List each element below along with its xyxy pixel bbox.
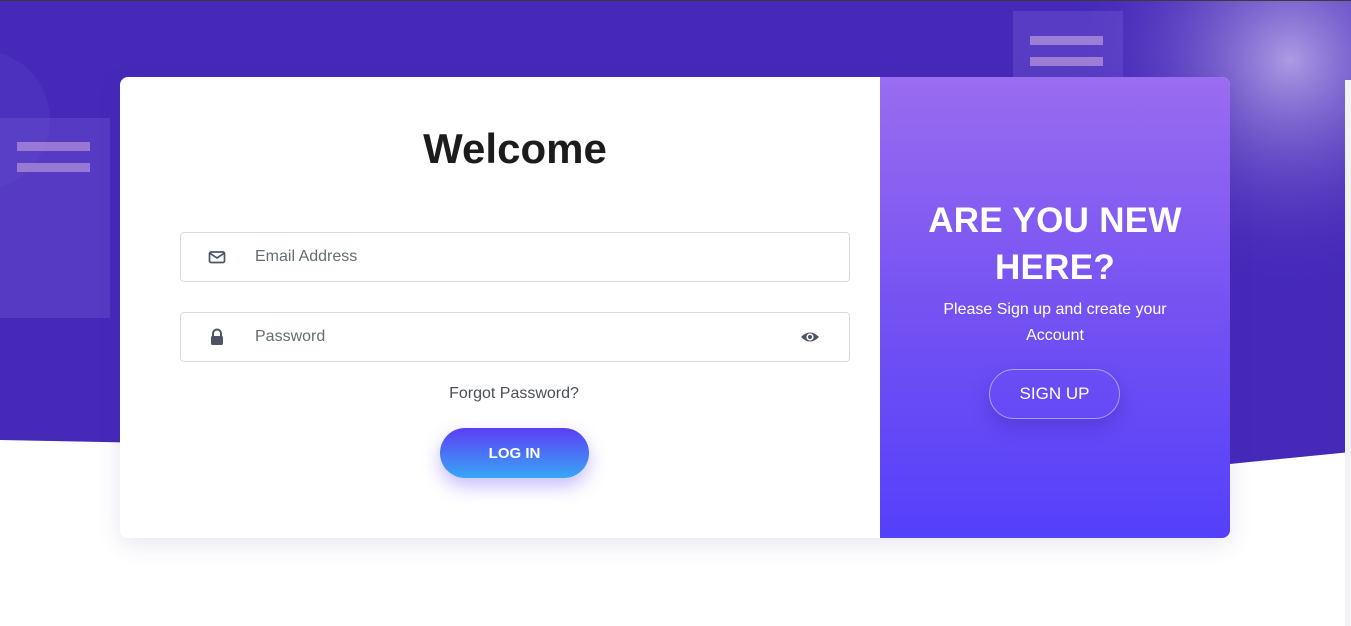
email-input[interactable] bbox=[255, 233, 775, 281]
scrollbar-track[interactable] bbox=[1345, 80, 1351, 626]
signup-button[interactable]: SIGN UP bbox=[989, 369, 1120, 419]
signup-subtitle: Please Sign up and create your Account bbox=[943, 301, 1167, 344]
eye-icon[interactable] bbox=[800, 328, 820, 346]
forgot-password-link[interactable]: Forgot Password? bbox=[120, 385, 908, 403]
signup-title: ARE YOU NEW HERE? bbox=[928, 201, 1182, 287]
envelope-icon bbox=[208, 251, 226, 264]
password-field[interactable] bbox=[180, 312, 850, 362]
login-button[interactable]: LOG IN bbox=[440, 428, 589, 478]
email-field[interactable] bbox=[180, 232, 850, 282]
decor-doc-left bbox=[0, 118, 110, 318]
password-input[interactable] bbox=[255, 313, 775, 361]
signup-panel: ARE YOU NEW HERE? Please Sign up and cre… bbox=[880, 77, 1230, 538]
welcome-title: Welcome bbox=[423, 125, 607, 172]
lock-icon bbox=[211, 328, 223, 345]
auth-card: Welcome Forgot Password? LOG IN ARE YO bbox=[120, 77, 1230, 538]
login-panel: Welcome Forgot Password? LOG IN bbox=[120, 77, 880, 538]
